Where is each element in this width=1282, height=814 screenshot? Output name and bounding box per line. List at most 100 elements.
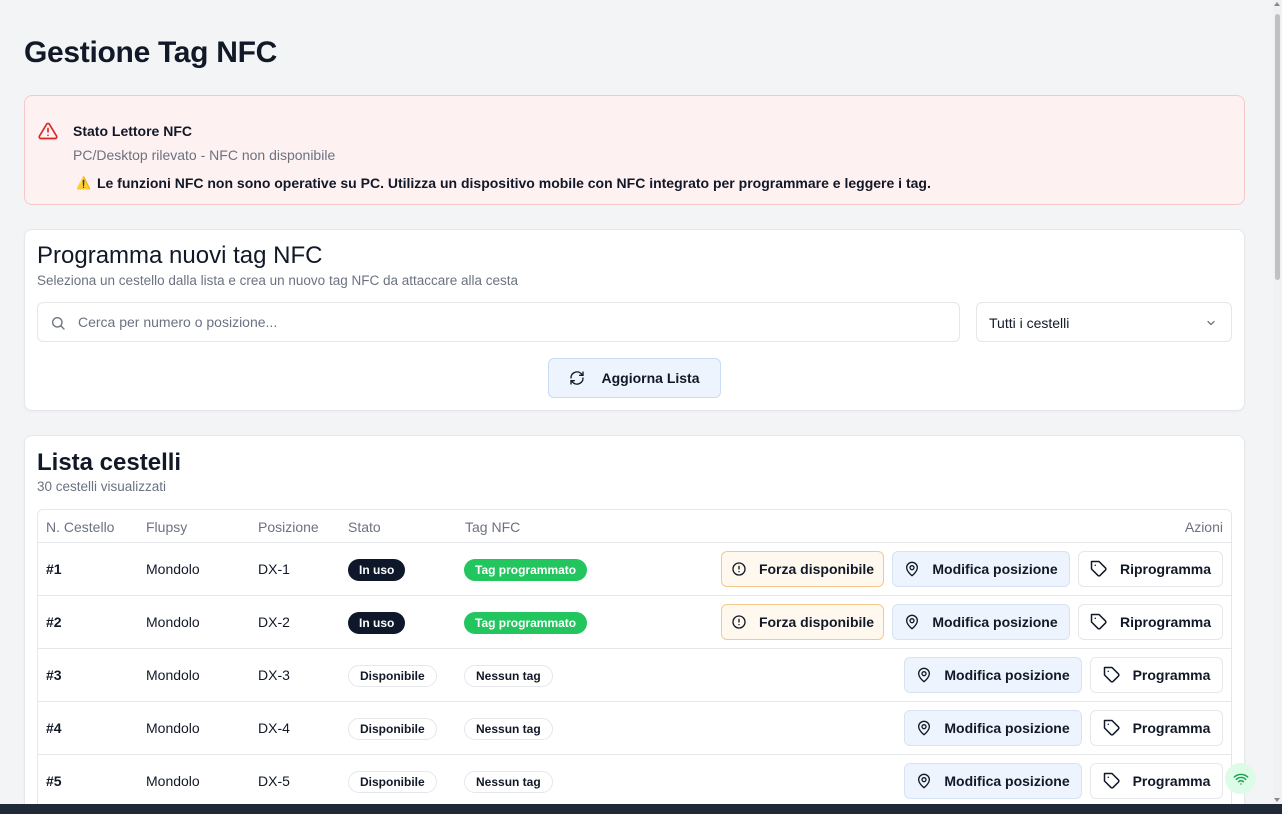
header-position: Posizione (258, 519, 319, 535)
basket-filter-value: Tutti i cestelli (989, 315, 1070, 331)
status-badge: In uso (348, 559, 406, 581)
header-status: Stato (348, 519, 381, 535)
basket-flupsy: Mondolo (146, 561, 200, 577)
program-tags-card: Programma nuovi tag NFC Seleziona un ces… (24, 229, 1245, 411)
program-label: Programma (1132, 667, 1211, 683)
page-title: Gestione Tag NFC (24, 36, 277, 69)
table-header: N. Cestello Flupsy Posizione Stato Tag N… (38, 510, 1231, 543)
edit-position-label: Modifica posizione (932, 561, 1058, 577)
basket-position: DX-2 (258, 614, 290, 630)
alert-circle-icon (732, 562, 746, 576)
search-icon (52, 317, 65, 330)
reprogram-button[interactable]: Riprogramma (1078, 551, 1223, 587)
program-button[interactable]: Programma (1090, 657, 1223, 693)
tag-badge: Tag programmato (464, 612, 588, 634)
map-pin-icon (918, 773, 931, 789)
edit-position-button[interactable]: Modifica posizione (892, 551, 1070, 587)
basket-position: DX-1 (258, 561, 290, 577)
table-row: #4 Mondolo DX-4 Disponibile Nessun tag Modifi… (38, 702, 1231, 755)
list-count: 30 cestelli visualizzati (37, 479, 167, 494)
reprogram-label: Riprogramma (1119, 561, 1212, 577)
basket-number: #3 (46, 667, 62, 683)
basket-list-card: Lista cestelli 30 cestelli visualizzati … (24, 435, 1245, 814)
warning-emoji-icon: ⚠️ (76, 176, 91, 190)
nfc-status-alert: Stato Lettore NFC PC/Desktop rilevato - … (24, 95, 1245, 205)
alert-subtitle: PC/Desktop rilevato - NFC non disponibil… (73, 147, 336, 163)
edit-position-label: Modifica posizione (944, 667, 1070, 683)
map-pin-icon (906, 561, 919, 577)
edit-position-button[interactable]: Modifica posizione (904, 763, 1082, 799)
refresh-list-button[interactable]: Aggiorna Lista (548, 358, 721, 398)
scroll-up-arrow-icon[interactable] (1274, 2, 1280, 6)
basket-flupsy: Mondolo (146, 720, 200, 736)
map-pin-icon (906, 614, 919, 630)
alert-message: ⚠️ Le funzioni NFC non sono operative su… (76, 175, 931, 191)
table-row: #3 Mondolo DX-3 Disponibile Nessun tag Modifi… (38, 649, 1231, 702)
header-flupsy: Flupsy (146, 519, 188, 535)
map-pin-icon (918, 667, 931, 683)
table-row: #2 Mondolo DX-2 In uso Tag programmato Forza … (38, 596, 1231, 649)
tag-badge: Nessun tag (464, 718, 553, 740)
header-tag: Tag NFC (465, 519, 521, 535)
force-available-label: Forza disponibile (758, 561, 875, 577)
tag-icon (1090, 560, 1107, 577)
tag-badge: Tag programmato (464, 559, 588, 581)
tag-badge: Nessun tag (464, 665, 553, 687)
basket-position: DX-3 (258, 667, 290, 683)
header-actions: Azioni (1184, 519, 1223, 535)
basket-number: #4 (46, 720, 62, 736)
scrollbar-thumb[interactable] (1275, 14, 1280, 280)
tag-badge: Nessun tag (464, 771, 553, 793)
table-row: #5 Mondolo DX-5 Disponibile Nessun tag Modifi… (38, 755, 1231, 808)
refresh-list-label: Aggiorna Lista (601, 370, 700, 386)
tag-icon (1103, 666, 1120, 683)
reprogram-label: Riprogramma (1119, 614, 1212, 630)
tag-icon (1090, 613, 1107, 630)
basket-flupsy: Mondolo (146, 773, 200, 789)
force-available-button[interactable]: Forza disponibile (721, 604, 884, 640)
edit-position-button[interactable]: Modifica posizione (904, 710, 1082, 746)
force-available-button[interactable]: Forza disponibile (721, 551, 884, 587)
program-button[interactable]: Programma (1090, 763, 1223, 799)
bottom-bar (0, 804, 1282, 814)
basket-flupsy: Mondolo (146, 614, 200, 630)
refresh-icon (570, 371, 585, 385)
tag-icon (1103, 772, 1120, 789)
edit-position-button[interactable]: Modifica posizione (904, 657, 1082, 693)
basket-number: #5 (46, 773, 62, 789)
status-badge: Disponibile (348, 718, 437, 740)
wifi-icon (1233, 773, 1248, 785)
chevron-down-icon (1207, 320, 1215, 326)
edit-position-label: Modifica posizione (944, 720, 1070, 736)
program-card-description: Seleziona un cestello dalla lista e crea… (37, 273, 519, 288)
alert-message-text: Le funzioni NFC non sono operative su PC… (96, 175, 931, 191)
map-pin-icon (918, 720, 931, 736)
edit-position-button[interactable]: Modifica posizione (892, 604, 1070, 640)
reprogram-button[interactable]: Riprogramma (1078, 604, 1223, 640)
tag-icon (1103, 719, 1120, 736)
basket-table: N. Cestello Flupsy Posizione Stato Tag N… (37, 509, 1232, 814)
status-badge: In uso (348, 612, 406, 634)
alert-title: Stato Lettore NFC (73, 123, 192, 139)
header-number: N. Cestello (46, 519, 115, 535)
basket-number: #2 (46, 614, 62, 630)
program-button[interactable]: Programma (1090, 710, 1223, 746)
alert-circle-icon (732, 615, 746, 629)
search-input[interactable] (78, 311, 938, 333)
page-scrollbar[interactable] (1273, 0, 1282, 804)
edit-position-label: Modifica posizione (944, 773, 1070, 789)
status-badge: Disponibile (348, 771, 437, 793)
basket-filter-select[interactable]: Tutti i cestelli (976, 302, 1232, 342)
basket-flupsy: Mondolo (146, 667, 200, 683)
program-label: Programma (1132, 773, 1211, 789)
program-card-title: Programma nuovi tag NFC (37, 242, 323, 269)
edit-position-label: Modifica posizione (932, 614, 1058, 630)
nfc-wifi-fab[interactable] (1225, 763, 1256, 794)
list-title: Lista cestelli (37, 449, 182, 476)
basket-position: DX-4 (258, 720, 290, 736)
scroll-down-arrow-icon[interactable] (1274, 798, 1280, 802)
warning-triangle-icon (38, 122, 58, 140)
search-box[interactable] (37, 302, 960, 342)
basket-position: DX-5 (258, 773, 290, 789)
force-available-label: Forza disponibile (758, 614, 875, 630)
